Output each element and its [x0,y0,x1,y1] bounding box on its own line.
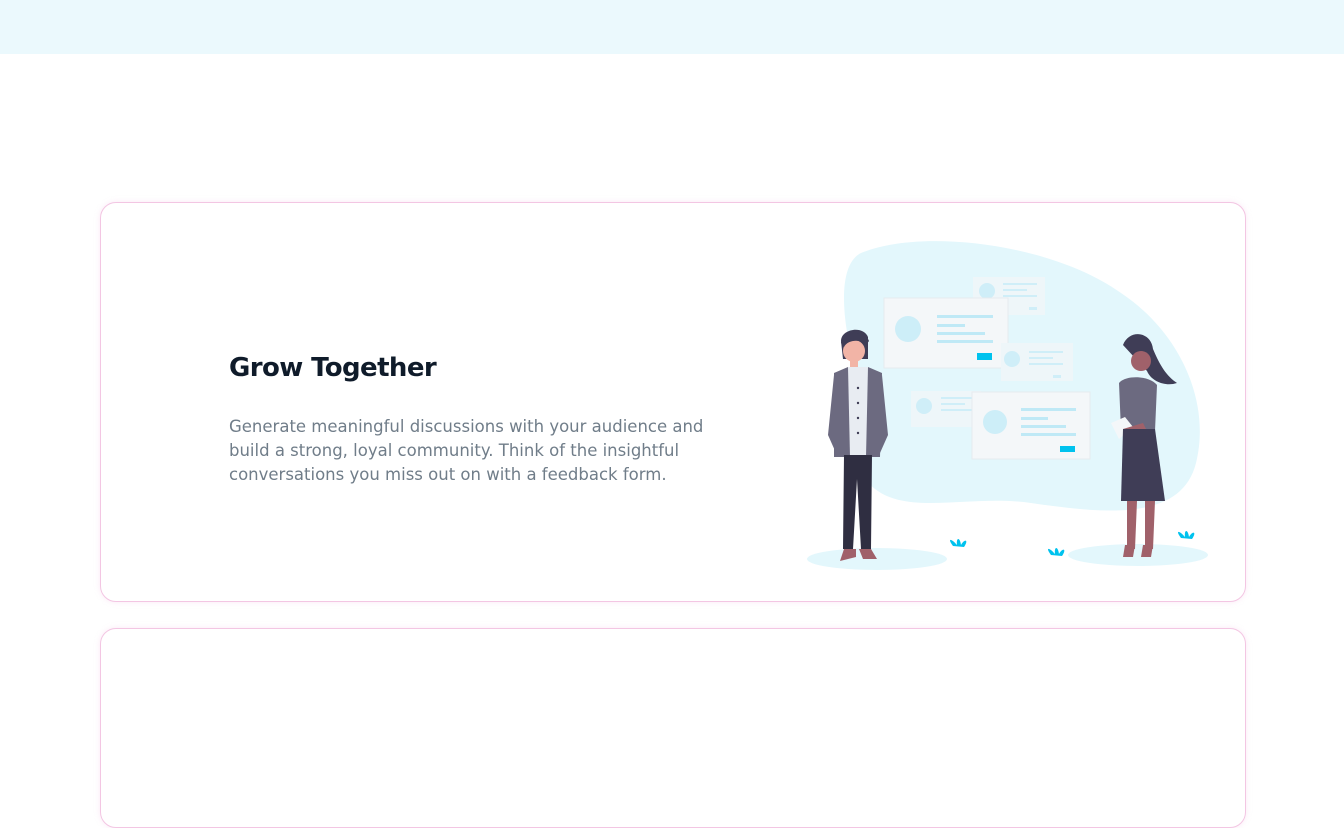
message-send-button [1060,446,1075,452]
message-avatar [895,316,921,342]
feature-description: Generate meaningful discussions with you… [229,417,704,484]
feature-title: Grow Together [229,353,437,383]
message-avatar [916,398,932,414]
feature-card-next [100,628,1246,828]
message-send-button [977,353,992,360]
ground-shadow [1068,544,1208,566]
message-avatar [979,283,995,299]
header-band [0,0,1344,54]
community-discussion-illustration-icon [807,241,1208,570]
message-avatar [983,410,1007,434]
feature-card-grow-together: Grow Together Generate meaningful discus… [100,202,1246,602]
message-avatar [1004,351,1020,367]
